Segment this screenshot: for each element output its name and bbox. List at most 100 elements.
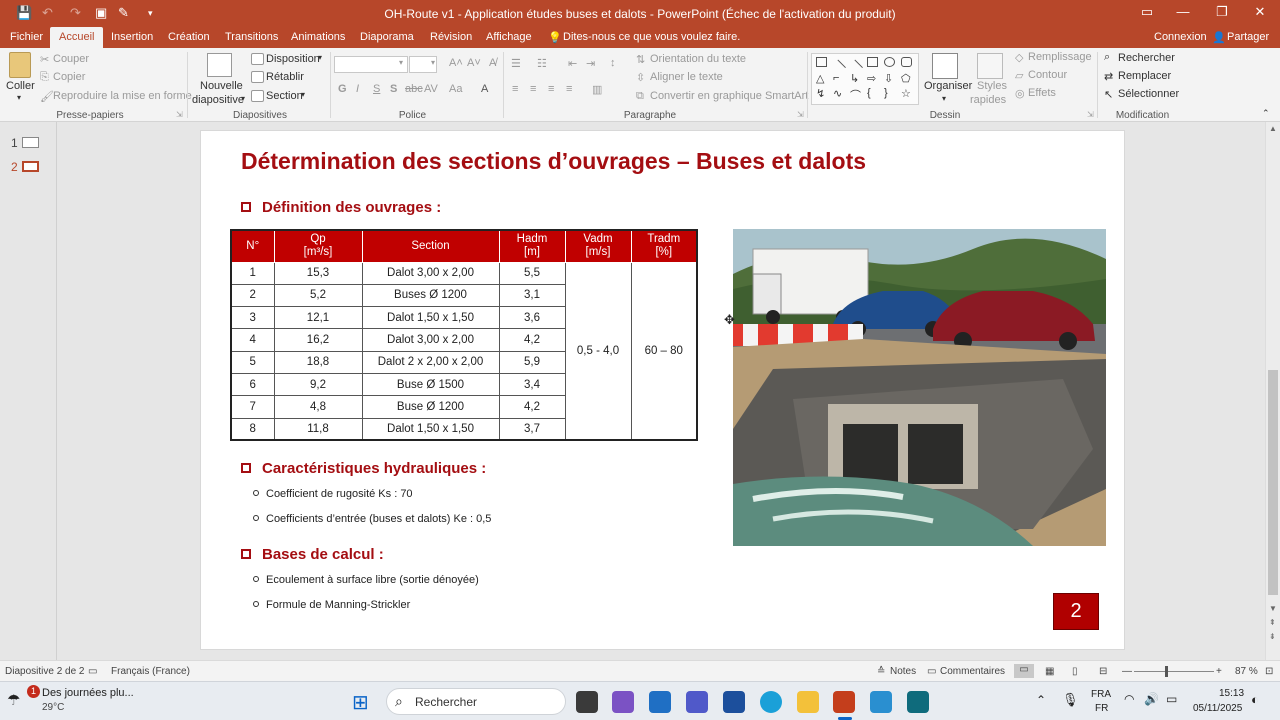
arrange-icon[interactable] (932, 53, 958, 79)
char-spacing-icon[interactable]: AV (424, 83, 438, 95)
paragraph-launcher-icon[interactable]: ⇲ (797, 110, 804, 119)
clear-format-icon[interactable]: A̸ (489, 57, 496, 69)
reading-view-icon[interactable]: ▯ (1072, 666, 1078, 677)
rounded-rect-shape-icon[interactable] (901, 57, 912, 67)
rectangle-shape-icon[interactable] (867, 57, 878, 67)
spellcheck-icon[interactable]: ▭ (88, 666, 97, 677)
zoom-in-icon[interactable]: + (1216, 666, 1222, 677)
oval-shape-icon[interactable] (884, 57, 895, 67)
new-slide-label-1[interactable]: Nouvelle (200, 80, 243, 92)
notification-icon[interactable]: ◐ (1251, 692, 1259, 707)
minimize-icon[interactable]: — (1168, 4, 1198, 19)
bullets-icon[interactable]: ☰ (511, 57, 521, 70)
columns-icon[interactable]: ▥ (592, 83, 602, 96)
normal-view-icon[interactable]: ▭ (1014, 664, 1034, 678)
down-arrow-shape-icon[interactable]: ⇩ (884, 72, 893, 85)
tab-transitions[interactable]: Transitions (225, 31, 278, 43)
slide-thumbnail-1[interactable] (22, 137, 39, 148)
reset-button[interactable]: Rétablir (266, 71, 304, 83)
line-spacing-icon[interactable]: ↕ (610, 57, 616, 69)
justify-icon[interactable]: ≡ (566, 83, 572, 95)
slideshow-icon[interactable]: ⊟ (1099, 666, 1107, 677)
language-code[interactable]: FRA (1091, 689, 1111, 700)
arrange-button[interactable]: Organiser (924, 80, 972, 92)
scrollbar-thumb[interactable] (1268, 370, 1278, 595)
font-name-dropdown-icon[interactable]: ▾ (399, 58, 403, 67)
language-status[interactable]: Français (France) (111, 666, 190, 677)
scroll-up-icon[interactable]: ▲ (1269, 124, 1277, 133)
wifi-icon[interactable]: ◠ (1124, 692, 1134, 706)
find-button[interactable]: Rechercher (1118, 52, 1175, 64)
microphone-icon[interactable]: 🎙 (1062, 692, 1079, 708)
network-app-icon[interactable] (907, 691, 929, 713)
numbering-icon[interactable]: ☷ (537, 57, 547, 70)
tell-me-input[interactable]: Dites-nous ce que vous voulez faire. (563, 31, 740, 43)
powerpoint-icon[interactable] (833, 691, 855, 713)
snipping-tool-icon[interactable] (870, 691, 892, 713)
edge-icon[interactable] (760, 691, 782, 713)
teams-icon[interactable] (686, 691, 708, 713)
tab-home[interactable]: Accueil (50, 27, 104, 48)
start-icon[interactable]: ⊞ (352, 690, 369, 715)
shape-effects-button[interactable]: Effets (1028, 87, 1056, 99)
tab-view[interactable]: Affichage (486, 31, 532, 43)
new-slide-label-2[interactable]: diapositive (192, 94, 244, 106)
text-box-shape-icon[interactable] (816, 57, 827, 67)
share-button[interactable]: Partager (1227, 31, 1269, 43)
align-left-icon[interactable]: ≡ (512, 83, 518, 95)
taskbar-search[interactable]: ⌕ Rechercher (386, 688, 566, 715)
bold-icon[interactable]: G (338, 83, 347, 95)
clock-time[interactable]: 15:13 (1219, 688, 1244, 699)
comments-button[interactable]: Commentaires (940, 666, 1005, 677)
replace-button[interactable]: Remplacer (1118, 70, 1171, 82)
list-item[interactable]: Ecoulement à surface libre (sortie dénoy… (253, 574, 479, 586)
decrease-font-icon[interactable]: A˅ (467, 57, 481, 69)
list-item[interactable]: Formule de Manning-Strickler (253, 599, 410, 611)
slide-canvas[interactable]: Détermination des sections d’ouvrages – … (200, 130, 1125, 650)
section-heading-hydraulic[interactable]: Caractéristiques hydrauliques : (241, 460, 486, 477)
list-item[interactable]: Coefficient de rugosité Ks : 70 (253, 488, 413, 500)
section-button[interactable]: Section (266, 90, 303, 102)
section-dropdown-icon[interactable]: ▾ (301, 90, 305, 99)
decrease-indent-icon[interactable]: ⇤ (568, 57, 577, 70)
new-slide-icon[interactable] (207, 53, 232, 77)
align-right-icon[interactable]: ≡ (548, 83, 554, 95)
zoom-slider[interactable] (1134, 671, 1214, 672)
increase-indent-icon[interactable]: ⇥ (586, 57, 595, 70)
quick-styles-label-2[interactable]: rapides (970, 94, 1006, 106)
previous-slide-icon[interactable]: ⇞ (1269, 618, 1276, 627)
select-button[interactable]: Sélectionner (1118, 88, 1179, 100)
zoom-level[interactable]: 87 % (1235, 666, 1258, 677)
quick-styles-icon[interactable] (977, 53, 1003, 79)
section-heading-definition[interactable]: Définition des ouvrages : (241, 199, 441, 216)
text-direction-button[interactable]: Orientation du texte (650, 53, 746, 65)
collapse-ribbon-icon[interactable]: ⌃ (1262, 108, 1270, 119)
maximize-icon[interactable]: ❐ (1207, 4, 1237, 20)
align-center-icon[interactable]: ≡ (530, 83, 536, 95)
pentagon-shape-icon[interactable]: ⬠ (901, 72, 911, 85)
italic-icon[interactable]: I (356, 83, 359, 95)
close-icon[interactable]: ✕ (1245, 4, 1275, 20)
underline-icon[interactable]: S (373, 83, 380, 95)
keyboard-code[interactable]: FR (1095, 703, 1108, 714)
file-explorer-icon[interactable] (797, 691, 819, 713)
page-number-badge[interactable]: 2 (1053, 593, 1099, 630)
drawing-launcher-icon[interactable]: ⇲ (1087, 110, 1094, 119)
paste-button[interactable]: Coller (6, 80, 35, 92)
battery-icon[interactable]: ▭ (1166, 692, 1177, 706)
visual-studio-icon[interactable] (612, 691, 634, 713)
shapes-gallery[interactable]: △ ⌐ ↳ ⇨ ⇩ ⬠ ↯ ∿ ⌒ { } ☆ (811, 53, 919, 105)
paste-dropdown-icon[interactable]: ▾ (17, 93, 21, 102)
clipboard-launcher-icon[interactable]: ⇲ (176, 110, 183, 119)
clock-date[interactable]: 05/11/2025 (1193, 703, 1242, 714)
align-text-button[interactable]: Aligner le texte (650, 71, 723, 83)
sign-in-link[interactable]: Connexion (1154, 31, 1207, 43)
ribbon-display-icon[interactable]: ▭ (1132, 4, 1162, 20)
tab-design[interactable]: Création (168, 31, 210, 43)
triangle-shape-icon[interactable]: △ (816, 72, 824, 85)
task-view-icon[interactable] (576, 691, 598, 713)
outlook-icon[interactable] (649, 691, 671, 713)
tab-slideshow[interactable]: Diaporama (360, 31, 414, 43)
right-arrow-shape-icon[interactable]: ⇨ (867, 72, 876, 85)
r-app-icon[interactable] (723, 691, 745, 713)
